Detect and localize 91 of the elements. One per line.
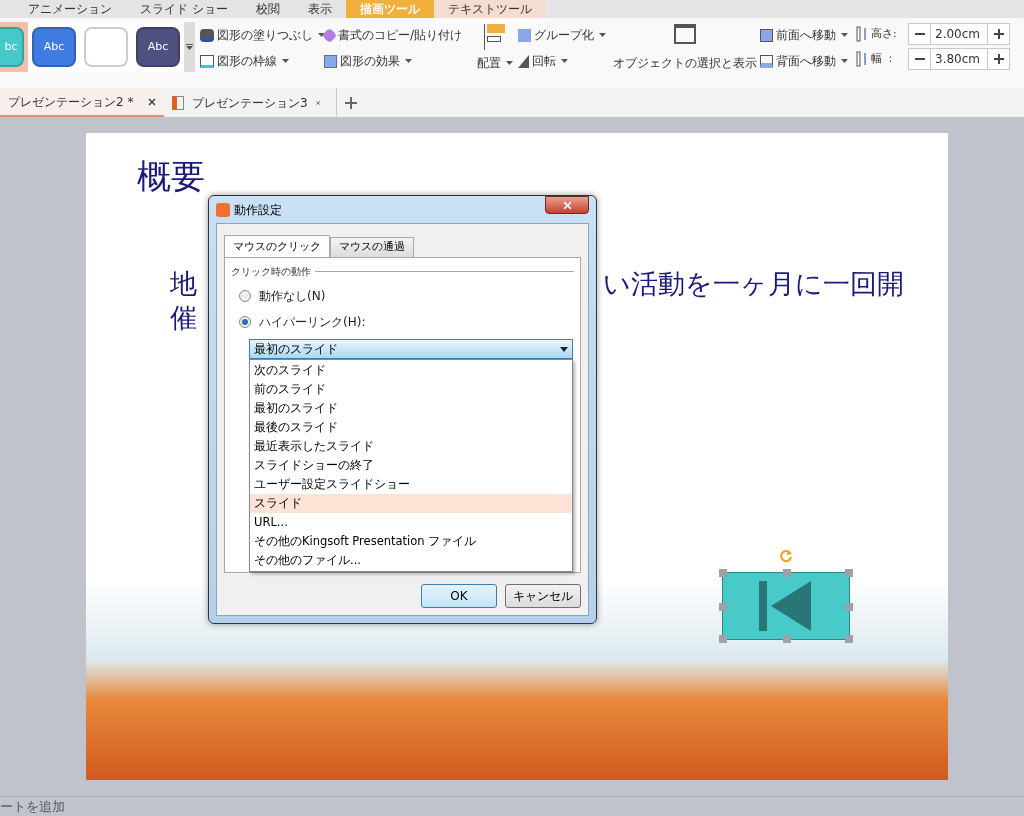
dialog-tab[interactable]: マウスのクリック <box>224 235 330 258</box>
group-label: クリック時の動作 <box>231 265 311 279</box>
caret-icon <box>506 61 513 65</box>
height-value: 2.00cm <box>934 26 981 43</box>
align-icon <box>484 24 506 50</box>
format-painter-button[interactable]: 書式のコピー/貼り付け <box>324 22 474 48</box>
plus-icon <box>993 54 1004 64</box>
height-icon <box>856 26 868 42</box>
outline-button[interactable]: 図形の枠線 <box>200 48 324 74</box>
dropdown-option[interactable]: スライド <box>250 494 572 513</box>
add-tab-icon[interactable] <box>345 96 357 109</box>
send-backward-button[interactable]: 背面へ移動 <box>760 48 856 74</box>
paint-bucket-icon <box>200 28 214 42</box>
width-spinner[interactable]: 3.80cm <box>908 48 1010 70</box>
minus-icon <box>914 58 925 60</box>
dropdown-option[interactable]: スライドショーの終了 <box>250 456 572 475</box>
dropdown-option[interactable]: 最後のスライド <box>250 418 572 437</box>
dialog-title: 動作設定 <box>234 201 282 219</box>
fill-button[interactable]: 図形の塗りつぶし <box>200 22 324 48</box>
caret-icon <box>282 59 289 63</box>
resize-handle[interactable] <box>719 635 727 643</box>
ribbon-tab[interactable]: テキストツール <box>433 0 546 18</box>
bring-forward-button[interactable]: 前面へ移動 <box>760 22 856 48</box>
shape-style-swatch[interactable]: Abc <box>32 27 76 67</box>
resize-handle[interactable] <box>845 569 853 577</box>
ribbon-tab[interactable]: 校閲 <box>241 0 294 18</box>
dropdown-option[interactable]: 次のスライド <box>250 361 572 380</box>
shape-style-swatch[interactable]: Abc <box>136 27 180 67</box>
ribbon-tab[interactable]: スライド ショー <box>126 0 242 18</box>
notes-placeholder[interactable]: ートを追加 <box>0 796 65 816</box>
caret-icon <box>318 33 325 37</box>
resize-handle[interactable] <box>719 569 727 577</box>
radio-button[interactable] <box>239 316 251 328</box>
selection-pane-button[interactable]: オブジェクトの選択と表示 <box>612 22 758 72</box>
close-icon <box>315 98 320 107</box>
resize-handle[interactable] <box>845 635 853 643</box>
dropdown-option[interactable]: その他のファイル... <box>250 551 572 570</box>
rotate-handle-icon[interactable] <box>779 549 793 563</box>
resize-handle[interactable] <box>845 603 853 611</box>
resize-handle[interactable] <box>783 569 791 577</box>
height-spinner[interactable]: 2.00cm <box>908 23 1010 45</box>
group-icon <box>518 28 531 42</box>
ok-button[interactable]: OK <box>421 584 497 608</box>
cancel-button[interactable]: キャンセル <box>505 584 581 608</box>
close-icon <box>148 97 156 106</box>
align-button[interactable]: 配置 <box>477 50 513 76</box>
send-backward-icon <box>760 54 773 68</box>
minus-icon <box>914 33 925 35</box>
slide-title: 概要 <box>137 159 206 193</box>
ribbon-tab[interactable]: 表示 <box>293 0 346 18</box>
dropdown-option[interactable]: 最初のスライド <box>250 399 572 418</box>
app-logo-icon <box>216 202 230 217</box>
cube-icon <box>324 54 337 68</box>
dropdown-option[interactable]: その他のKingsoft Presentation ファイル <box>250 532 572 551</box>
document-tab[interactable]: プレゼンテーション2 * <box>0 88 164 117</box>
resize-handle[interactable] <box>783 635 791 643</box>
caret-icon <box>405 59 412 63</box>
document-icon <box>172 95 184 110</box>
caret-icon <box>561 59 568 63</box>
radio-option[interactable]: 動作なし(N) <box>239 287 574 305</box>
more-icon[interactable] <box>186 44 193 50</box>
close-button[interactable] <box>545 196 589 214</box>
group-button[interactable]: グループ化 <box>518 22 612 48</box>
caret-icon <box>560 346 568 352</box>
radio-option[interactable]: ハイパーリンク(H): <box>239 313 574 331</box>
plus-icon <box>993 29 1004 39</box>
dropdown-option[interactable]: 最近表示したスライド <box>250 437 572 456</box>
slide-body-text: 催 <box>170 302 197 333</box>
effects-button[interactable]: 図形の効果 <box>324 48 474 74</box>
height-label: 高さ: <box>871 25 898 42</box>
ribbon-tab[interactable]: アニメーション <box>14 0 126 18</box>
shape-style-swatch[interactable] <box>84 27 128 67</box>
rotate-button[interactable]: 回転 <box>518 48 612 74</box>
resize-handle[interactable] <box>719 603 727 611</box>
slide-body-text: い活動を一ヶ月に一回開 <box>603 267 904 301</box>
width-value: 3.80cm <box>934 51 981 68</box>
width-label: 幅 ： <box>871 50 898 67</box>
dropdown-option[interactable]: ユーザー設定スライドショー <box>250 475 572 494</box>
close-icon <box>562 200 572 210</box>
caret-icon <box>599 33 606 37</box>
dialog-tab[interactable]: マウスの通過 <box>330 237 414 257</box>
radio-button[interactable] <box>239 290 251 302</box>
caret-icon <box>841 59 848 63</box>
width-icon <box>856 51 868 67</box>
rotate-icon <box>518 54 529 68</box>
dropdown-option[interactable]: URL... <box>250 513 572 532</box>
slide-body-text: 地 <box>170 267 197 301</box>
dropdown-option[interactable]: 前のスライド <box>250 380 572 399</box>
bring-forward-icon <box>760 28 773 42</box>
link-target-dropdown[interactable]: 最初のスライド <box>249 339 573 359</box>
caret-icon <box>841 33 848 37</box>
